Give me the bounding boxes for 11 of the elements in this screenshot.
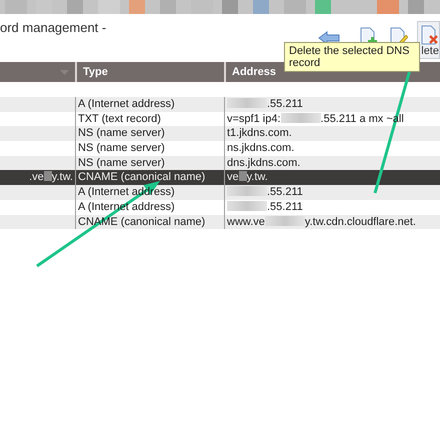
table-cell: NS (name server) — [75, 126, 224, 142]
page-title: ord management - — [0, 19, 106, 37]
cell-text: .55.211 — [227, 98, 303, 110]
tooltip: Delete the selected DNS record — [284, 42, 420, 72]
table-cell: t1.jkdns.com. — [224, 126, 440, 142]
cell-text: .ve y.tw. — [29, 171, 73, 184]
cell-text: .55.211 — [227, 186, 303, 198]
cell-text: .55.211 — [227, 200, 303, 213]
cell-text: www.ve y.tw.cdn.cloudflare.net. — [227, 216, 416, 228]
cell-text: ve y.tw. — [227, 171, 268, 184]
table-cell: A (Internet address) — [75, 97, 224, 112]
